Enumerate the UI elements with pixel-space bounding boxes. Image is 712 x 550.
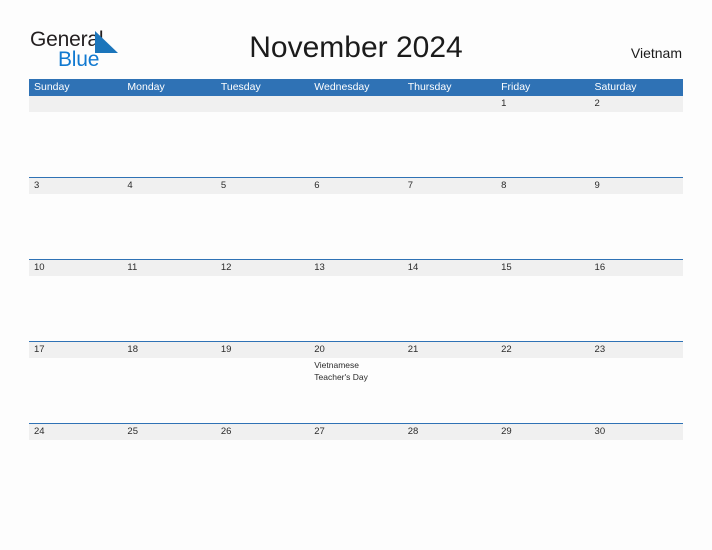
week-event-band: Vietnamese Teacher's Day — [29, 358, 683, 423]
calendar-weeks: 1 2 3 4 5 6 7 8 9 10 11 12 13 14 15 16 17 18 19 20 21 22 23 Vie… — [29, 96, 683, 505]
calendar-week-row: 24 25 26 27 28 29 30 — [29, 423, 683, 505]
event-cell — [496, 276, 589, 341]
holiday-label: Vietnamese Teacher's Day — [314, 360, 368, 382]
week-date-band: 24 25 26 27 28 29 30 — [29, 423, 683, 440]
event-cell — [309, 112, 402, 177]
day-of-week-header-row: Sunday Monday Tuesday Wednesday Thursday Frid… — [29, 79, 683, 96]
date-cell-21[interactable]: 21 — [403, 342, 496, 358]
date-cell-empty — [122, 96, 215, 112]
event-cell — [122, 112, 215, 177]
country-label: Vietnam — [630, 45, 682, 61]
day-of-week-friday: Friday — [501, 81, 531, 93]
event-cell — [122, 276, 215, 341]
event-cell — [122, 358, 215, 423]
event-cell — [496, 112, 589, 177]
date-cell-12[interactable]: 12 — [216, 260, 309, 276]
event-cell — [29, 112, 122, 177]
date-cell-30[interactable]: 30 — [590, 424, 683, 440]
calendar-week-row: 10 11 12 13 14 15 16 — [29, 259, 683, 341]
event-cell — [403, 276, 496, 341]
event-cell — [403, 440, 496, 505]
day-of-week-tuesday: Tuesday — [220, 81, 261, 93]
week-date-band: 12 — [29, 96, 683, 112]
event-cell — [29, 194, 122, 259]
day-of-week-sunday: Sunday — [34, 81, 70, 93]
date-cell-5[interactable]: 5 — [216, 178, 309, 194]
calendar-week-row: 3456789 — [29, 177, 683, 259]
date-cell-6[interactable]: 6 — [309, 178, 402, 194]
event-cell — [122, 440, 215, 505]
page-header: General Blue November 2024 Vietnam — [0, 0, 712, 78]
date-cell-1[interactable]: 1 — [496, 96, 589, 112]
date-cell-24[interactable]: 24 — [29, 424, 122, 440]
week-event-band — [29, 112, 683, 177]
event-cell — [590, 276, 683, 341]
date-cell-28[interactable]: 28 — [403, 424, 496, 440]
date-cell-14[interactable]: 14 — [403, 260, 496, 276]
date-cell-22[interactable]: 22 — [496, 342, 589, 358]
date-cell-17[interactable]: 17 — [29, 342, 122, 358]
event-cell — [590, 440, 683, 505]
event-cell — [590, 358, 683, 423]
event-cell — [590, 194, 683, 259]
calendar-week-row: 12 — [29, 96, 683, 177]
day-of-week-saturday: Saturday — [594, 81, 637, 93]
event-cell — [403, 358, 496, 423]
date-cell-empty — [309, 96, 402, 112]
date-cell-11[interactable]: 11 — [122, 260, 215, 276]
event-cell — [309, 194, 402, 259]
date-cell-3[interactable]: 3 — [29, 178, 122, 194]
date-cell-19[interactable]: 19 — [216, 342, 309, 358]
event-cell — [29, 276, 122, 341]
event-cell — [216, 194, 309, 259]
event-cell — [216, 276, 309, 341]
event-cell — [122, 194, 215, 259]
event-cell — [309, 276, 402, 341]
event-cell — [496, 440, 589, 505]
day-of-week-monday: Monday — [127, 81, 165, 93]
event-cell — [216, 112, 309, 177]
calendar-week-row: 17 18 19 20 21 22 23 Vietnamese Teacher's Day — [29, 341, 683, 423]
date-cell-27[interactable]: 27 — [309, 424, 402, 440]
date-cell-26[interactable]: 26 — [216, 424, 309, 440]
event-cell — [403, 194, 496, 259]
day-of-week-wednesday: Wednesday — [314, 81, 370, 93]
date-cell-29[interactable]: 29 — [496, 424, 589, 440]
date-cell-7[interactable]: 7 — [403, 178, 496, 194]
date-cell-15[interactable]: 15 — [496, 260, 589, 276]
page-title: November 2024 — [249, 31, 463, 64]
week-event-band — [29, 194, 683, 259]
date-cell-13[interactable]: 13 — [309, 260, 402, 276]
event-cell — [216, 358, 309, 423]
event-cell — [403, 112, 496, 177]
date-cell-empty — [403, 96, 496, 112]
date-cell-8[interactable]: 8 — [496, 178, 589, 194]
date-cell-20[interactable]: 20 — [309, 342, 402, 358]
week-date-band: 17 18 19 20 21 22 23 — [29, 341, 683, 358]
week-date-band: 3456789 — [29, 177, 683, 194]
event-cell — [309, 440, 402, 505]
event-cell — [590, 112, 683, 177]
event-cell — [29, 358, 122, 423]
week-event-band — [29, 440, 683, 505]
calendar-grid: Sunday Monday Tuesday Wednesday Thursday Frid… — [29, 79, 683, 505]
week-date-band: 10 11 12 13 14 15 16 — [29, 259, 683, 276]
event-cell — [496, 194, 589, 259]
date-cell-10[interactable]: 10 — [29, 260, 122, 276]
date-cell-4[interactable]: 4 — [122, 178, 215, 194]
date-cell-2[interactable]: 2 — [590, 96, 683, 112]
date-cell-18[interactable]: 18 — [122, 342, 215, 358]
day-of-week-thursday: Thursday — [407, 81, 452, 93]
event-cell — [29, 440, 122, 505]
week-event-band — [29, 276, 683, 341]
date-cell-empty — [216, 96, 309, 112]
date-cell-9[interactable]: 9 — [590, 178, 683, 194]
event-cell — [496, 358, 589, 423]
date-cell-empty — [29, 96, 122, 112]
date-cell-23[interactable]: 23 — [590, 342, 683, 358]
event-cell: Vietnamese Teacher's Day — [309, 358, 402, 423]
event-cell — [216, 440, 309, 505]
date-cell-16[interactable]: 16 — [590, 260, 683, 276]
date-cell-25[interactable]: 25 — [122, 424, 215, 440]
